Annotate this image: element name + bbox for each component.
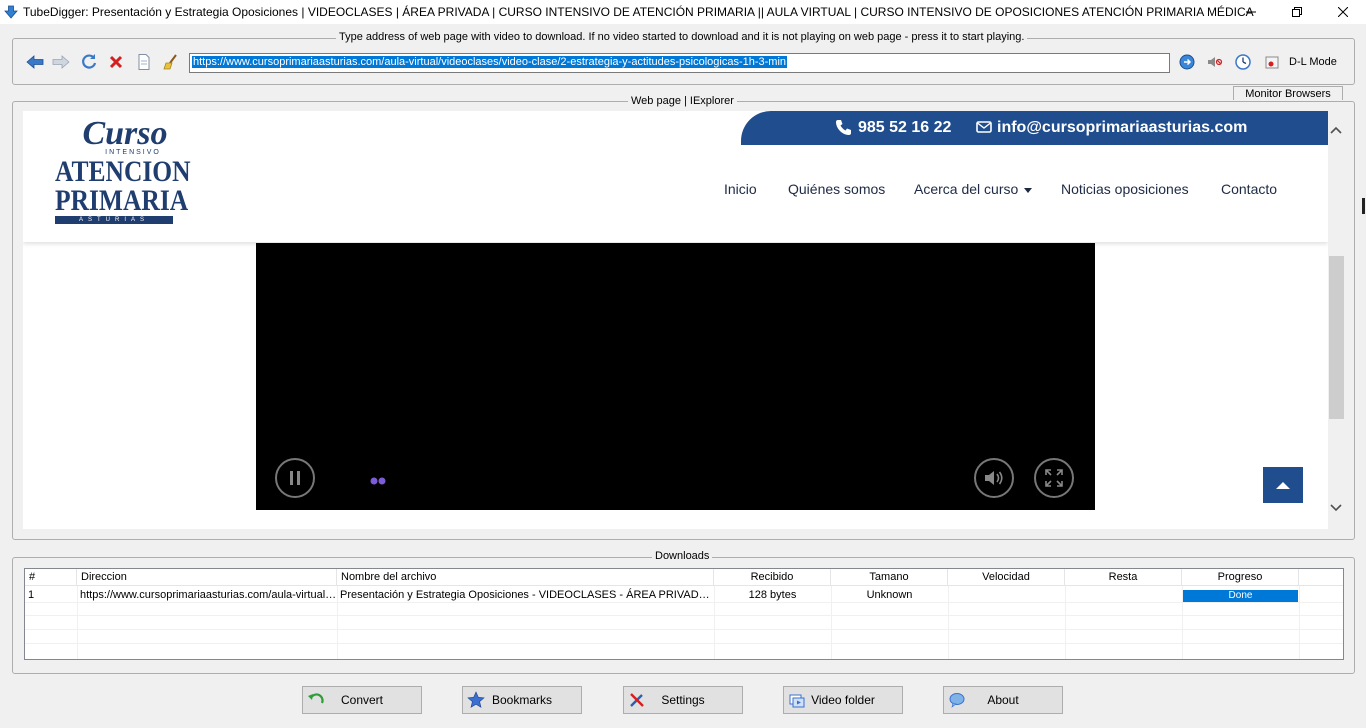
scroll-up-chevron-icon[interactable] (1329, 124, 1343, 138)
url-text: https://www.cursoprimariaasturias.com/au… (192, 56, 788, 68)
table-row[interactable]: 1 https://www.cursoprimariaasturias.com/… (25, 587, 1343, 603)
mute-icon[interactable] (1206, 53, 1224, 71)
star-icon (467, 691, 485, 709)
volume-icon[interactable] (974, 458, 1014, 498)
video-player[interactable] (256, 243, 1095, 510)
nav-noticias-oposiciones[interactable]: Noticias oposiciones (1061, 181, 1189, 197)
page-icon[interactable] (135, 53, 153, 71)
chat-bubble-icon (948, 691, 966, 709)
monitor-browsers-tab[interactable]: Monitor Browsers (1233, 86, 1343, 100)
col-header-progreso[interactable]: Progreso (1182, 569, 1299, 586)
col-header-number[interactable]: # (25, 569, 77, 586)
cell-number: 1 (28, 589, 35, 601)
phone-icon (835, 119, 852, 141)
close-icon[interactable] (1320, 0, 1366, 24)
contact-bar: 985 52 16 22 info@cursoprimariaasturias.… (741, 111, 1328, 145)
url-input[interactable]: https://www.cursoprimariaasturias.com/au… (189, 53, 1170, 73)
envelope-icon (976, 120, 992, 139)
grid-line (25, 643, 1343, 644)
convert-arrow-icon (307, 691, 325, 709)
stop-icon[interactable] (107, 53, 125, 71)
back-arrow-icon[interactable] (26, 53, 44, 71)
restore-icon[interactable] (1274, 0, 1320, 24)
go-icon[interactable] (1178, 53, 1196, 71)
grid-line (25, 629, 1343, 630)
folder-video-icon (788, 691, 806, 709)
cell-direccion: https://www.cursoprimariaasturias.com/au… (80, 589, 337, 601)
bookmarks-button[interactable]: Bookmarks (462, 686, 582, 714)
col-header-filler (1299, 569, 1343, 586)
col-header-tamano[interactable]: Tamano (831, 569, 948, 586)
record-icon[interactable] (1263, 53, 1281, 71)
nav-acerca-del-curso[interactable]: Acerca del curso (914, 181, 1033, 197)
embedded-web-page[interactable]: Curso INTENSIVO ATENCION PRIMARIA ASTURI… (23, 111, 1328, 529)
tubedigger-app-icon (3, 4, 19, 20)
address-group-legend: Type address of web page with video to d… (336, 31, 1028, 43)
dl-mode-label[interactable]: D-L Mode (1289, 56, 1337, 68)
loading-dots-icon (370, 474, 388, 488)
nav-quienes-somos[interactable]: Quiénes somos (788, 181, 885, 197)
grid-line (25, 615, 1343, 616)
cell-velocidad (948, 587, 1065, 603)
about-label: About (987, 693, 1019, 707)
logo-atencion: ATENCION (55, 155, 191, 188)
nav-contacto[interactable]: Contacto (1221, 181, 1277, 197)
site-logo[interactable]: Curso INTENSIVO ATENCION PRIMARIA ASTURI… (55, 115, 191, 237)
col-header-direccion[interactable]: Direccion (77, 569, 337, 586)
nav-acerca-label: Acerca del curso (914, 181, 1019, 197)
web-scrollbar-thumb[interactable] (1329, 256, 1344, 419)
col-header-recibido[interactable]: Recibido (714, 569, 831, 586)
nav-inicio[interactable]: Inicio (724, 181, 757, 197)
cell-nombre: Presentación y Estrategia Oposiciones - … (340, 589, 714, 601)
col-header-velocidad[interactable]: Velocidad (948, 569, 1065, 586)
email-address[interactable]: info@cursoprimariaasturias.com (997, 119, 1247, 137)
downloads-group-legend: Downloads (652, 550, 713, 562)
chevron-up-icon (1276, 482, 1290, 489)
scroll-down-chevron-icon[interactable] (1329, 502, 1343, 516)
clear-brush-icon[interactable] (162, 53, 180, 71)
scroll-to-top-button[interactable] (1263, 467, 1303, 503)
settings-button[interactable]: Settings (623, 686, 743, 714)
refresh-icon[interactable] (80, 53, 98, 71)
logo-curso: Curso (82, 115, 168, 152)
settings-label: Settings (661, 693, 705, 707)
cell-tamano: Unknown (866, 589, 913, 601)
web-page-group-legend: Web page | IExplorer (628, 95, 737, 107)
convert-button[interactable]: Convert (302, 686, 422, 714)
logo-primaria: PRIMARIA (55, 184, 189, 217)
window-title: TubeDigger: Presentación y Estrategia Op… (23, 5, 1254, 19)
phone-number[interactable]: 985 52 16 22 (858, 119, 951, 137)
clock-icon[interactable] (1234, 53, 1252, 71)
caret-down-icon (1024, 187, 1033, 193)
bookmarks-label: Bookmarks (491, 693, 553, 707)
progress-bar: Done (1183, 590, 1298, 602)
cursor-indicator (1362, 198, 1365, 214)
col-header-nombre[interactable]: Nombre del archivo (337, 569, 714, 586)
forward-arrow-icon[interactable] (52, 53, 70, 71)
pause-icon[interactable] (275, 458, 315, 498)
fullscreen-icon[interactable] (1034, 458, 1074, 498)
convert-label: Convert (340, 693, 384, 707)
video-folder-label: Video folder (811, 693, 875, 707)
minimize-icon[interactable] (1228, 0, 1274, 24)
downloads-table[interactable]: # Direccion Nombre del archivo Recibido … (24, 568, 1344, 660)
video-folder-button[interactable]: Video folder (783, 686, 903, 714)
logo-asturias: ASTURIAS (55, 216, 173, 224)
about-button[interactable]: About (943, 686, 1063, 714)
title-bar: TubeDigger: Presentación y Estrategia Op… (0, 0, 1366, 24)
tools-icon (628, 691, 646, 709)
cell-resta (1065, 587, 1182, 603)
cell-recibido: 128 bytes (748, 589, 797, 601)
site-header: Curso INTENSIVO ATENCION PRIMARIA ASTURI… (23, 111, 1328, 242)
col-header-resta[interactable]: Resta (1065, 569, 1182, 586)
